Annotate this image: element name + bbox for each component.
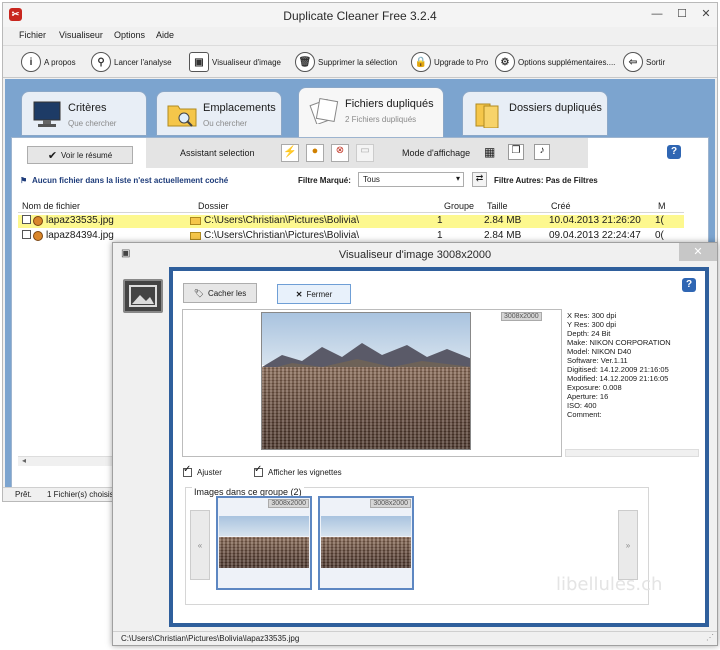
resize-grip-icon[interactable]: ⋰ <box>706 633 714 642</box>
close-icon[interactable]: ✕ <box>695 6 717 22</box>
table-row[interactable]: lapaz33535.jpg C:\Users\Christian\Pictur… <box>18 215 684 228</box>
tab-criteres[interactable]: Critères Que chercher <box>21 91 147 136</box>
image-viewer-window: ▣ Visualiseur d'image 3008x2000 ✕ 🏷 Cach… <box>112 242 718 646</box>
search-icon: ⚲ <box>91 52 111 72</box>
thumbnails-check-icon: ✓ <box>254 464 263 475</box>
grid-header: Nom de fichier Dossier Groupe Taille Cré… <box>18 200 684 213</box>
view-summary-button[interactable]: ✔ Voir le résumé <box>27 146 133 164</box>
preview-photo <box>261 312 471 450</box>
fit-check-icon: ✓ <box>183 464 192 475</box>
gear-icon: ⚙ <box>495 52 515 72</box>
viewer-close-icon[interactable]: ✕ <box>679 243 717 261</box>
disabled-icon[interactable]: ▭ <box>356 144 374 162</box>
window-view-icon[interactable]: ❐ <box>508 144 524 160</box>
viewer-status-bar: C:\Users\Christian\Pictures\Bolivia\lapa… <box>113 631 717 645</box>
chevron-down-icon: ▾ <box>455 174 460 183</box>
folder-search-icon <box>167 100 197 128</box>
viewer-body: 🏷 Cacher les ✕ Fermer ? 3008x2000 X Res:… <box>169 267 709 627</box>
checkmark-icon: ✔ <box>47 149 58 162</box>
delete-selection-button[interactable]: 🗑 Supprimer la sélection <box>295 49 397 75</box>
title-bar: ✂ Duplicate Cleaner Free 3.2.4 — ☐ ✕ <box>3 3 717 27</box>
column-filename[interactable]: Nom de fichier <box>22 201 80 211</box>
picture-icon[interactable] <box>123 279 163 313</box>
remove-marks-icon[interactable]: ⊗ <box>331 144 349 162</box>
refresh-icon[interactable]: ⇄ <box>472 172 487 187</box>
lock-icon: 🔒 <box>411 52 431 72</box>
column-modified[interactable]: M <box>658 201 666 211</box>
exit-button[interactable]: ⇦ Sortir <box>623 49 665 75</box>
tag-icon: 🏷 <box>193 288 204 298</box>
folder-icon <box>190 232 201 240</box>
image-preview-area: 3008x2000 <box>182 309 562 457</box>
selection-notice: Aucun fichier dans la liste n'est actuel… <box>32 176 229 185</box>
image-file-icon <box>33 231 43 241</box>
info-icon: i <box>21 52 41 72</box>
music-icon[interactable]: ♪ <box>534 144 550 160</box>
image-viewer-button[interactable]: ▣ Visualiseur d'image <box>189 49 281 75</box>
horizontal-scrollbar[interactable]: ◂ <box>18 456 118 466</box>
viewer-title: Visualiseur d'image 3008x2000 <box>338 249 492 261</box>
viewer-content: 🏷 Cacher les ✕ Fermer ? 3008x2000 X Res:… <box>173 271 705 623</box>
menu-bar: Fichier Visualiseur Options Aide <box>3 27 717 44</box>
filter-other-label: Filtre Autres: Pas de Filtres <box>494 176 598 185</box>
monitor-icon <box>32 100 62 128</box>
viewer-sidebar <box>115 267 167 627</box>
menu-aide[interactable]: Aide <box>156 30 174 40</box>
about-button[interactable]: i A propos <box>21 49 76 75</box>
folder-icon <box>190 217 201 225</box>
start-scan-button[interactable]: ⚲ Lancer l'analyse <box>91 49 172 75</box>
viewer-help-icon[interactable]: ? <box>682 278 696 292</box>
files-icon <box>309 96 339 126</box>
maximize-icon[interactable]: ☐ <box>671 6 693 22</box>
help-icon[interactable]: ? <box>667 145 681 159</box>
image-size-badge: 3008x2000 <box>501 312 542 321</box>
grid-view-icon[interactable]: ▦ <box>484 145 495 159</box>
image-file-icon <box>33 216 43 226</box>
display-mode-box: Mode d'affichage ▦ ❐ ♪ <box>390 138 588 168</box>
trash-icon: 🗑 <box>295 52 315 72</box>
exit-icon: ⇦ <box>623 52 643 72</box>
tab-dossiers-dupliques[interactable]: Dossiers dupliqués <box>462 91 608 136</box>
exif-info: X Res: 300 dpi Y Res: 300 dpi Depth: 24 … <box>567 311 671 419</box>
filter-marked-label: Filtre Marqué: <box>298 176 351 185</box>
warning-icon[interactable]: ● <box>306 144 324 162</box>
thumbnail-1[interactable]: 3008x2000 <box>216 496 312 590</box>
filter-marked-select[interactable]: Tous ▾ <box>358 172 464 187</box>
exif-scrollbar[interactable] <box>565 449 699 457</box>
folders-icon <box>473 100 503 129</box>
minimize-icon[interactable]: — <box>646 6 668 22</box>
column-size[interactable]: Taille <box>487 201 508 211</box>
scroll-thumbs-left-icon[interactable]: « <box>190 510 210 580</box>
row-checkbox[interactable] <box>22 230 31 239</box>
tab-fichiers-dupliques[interactable]: Fichiers dupliqués 2 Fichiers dupliqués <box>298 87 444 137</box>
column-group[interactable]: Groupe <box>444 201 474 211</box>
menu-visualiseur[interactable]: Visualiseur <box>59 30 103 40</box>
assistant-box: Assistant selection ⚡ ● ⊗ ▭ <box>146 138 390 168</box>
column-created[interactable]: Créé <box>551 201 571 211</box>
row-checkbox[interactable] <box>22 215 31 224</box>
close-viewer-button[interactable]: ✕ Fermer <box>277 284 351 304</box>
scroll-left-icon[interactable]: ◂ <box>22 456 26 465</box>
menu-options[interactable]: Options <box>114 30 145 40</box>
scroll-thumbs-right-icon[interactable]: » <box>618 510 638 580</box>
thumbnail-2[interactable]: 3008x2000 <box>318 496 414 590</box>
watermark: libellules.ch <box>556 574 663 595</box>
more-options-button[interactable]: ⚙ Options supplémentaires.... <box>495 49 615 75</box>
close-x-icon: ✕ <box>295 289 303 299</box>
window-title: Duplicate Cleaner Free 3.2.4 <box>283 9 437 23</box>
wand-icon[interactable]: ⚡ <box>281 144 299 162</box>
flag-icon: ⚑ <box>20 176 28 185</box>
hide-button[interactable]: 🏷 Cacher les <box>183 283 257 303</box>
image-icon: ▣ <box>189 52 209 72</box>
menu-fichier[interactable]: Fichier <box>19 30 46 40</box>
toolbar: i A propos ⚲ Lancer l'analyse ▣ Visualis… <box>3 45 717 78</box>
tab-emplacements[interactable]: Emplacements Ou chercher <box>156 91 282 136</box>
group-box: Images dans ce groupe (2) « 3008x2000 30… <box>185 487 662 605</box>
column-folder[interactable]: Dossier <box>198 201 229 211</box>
upgrade-pro-button[interactable]: 🔒 Upgrade to Pro <box>411 49 488 75</box>
